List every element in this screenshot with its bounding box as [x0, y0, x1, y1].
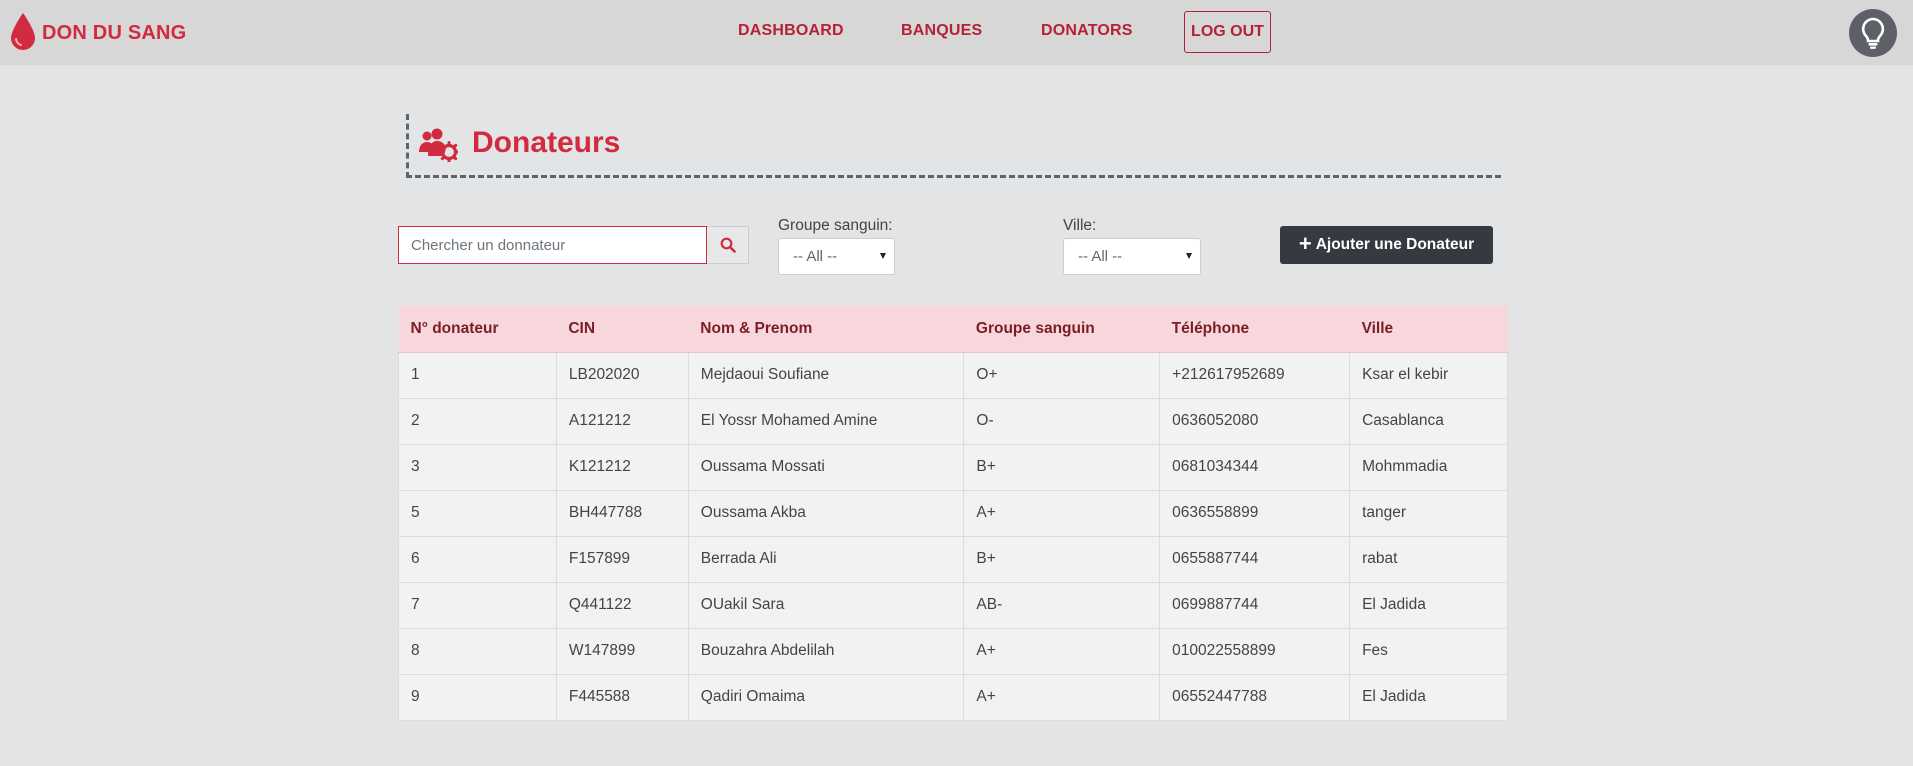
table-cell: Qadiri Omaima	[688, 673, 965, 721]
table-cell: Ksar el kebir	[1349, 351, 1508, 398]
table-cell: LB202020	[556, 351, 689, 398]
city-label: Ville:	[1063, 217, 1097, 234]
table-cell: B+	[963, 443, 1161, 490]
table-row[interactable]: 9 F445588 Qadiri Omaima A+ 06552447788 El Jad…	[398, 673, 1508, 721]
table-cell: rabat	[1349, 535, 1508, 582]
page-title: Donateurs	[472, 126, 621, 159]
logout-button[interactable]: LOG OUT	[1184, 11, 1271, 53]
table-cell: 0636558899	[1159, 489, 1351, 536]
table-cell: A121212	[556, 397, 689, 444]
table-cell: AB-	[963, 581, 1161, 628]
add-donor-button[interactable]: + Ajouter une Donateur	[1280, 226, 1493, 264]
table-cell: Berrada Ali	[688, 535, 965, 582]
table-cell: Oussama Akba	[688, 489, 965, 536]
help-button[interactable]	[1849, 9, 1897, 57]
table-row[interactable]: 6 F157899 Berrada Ali B+ 0655887744 rabat	[398, 535, 1508, 582]
blood-group-label: Groupe sanguin:	[778, 217, 893, 234]
table-row[interactable]: 2 A121212 El Yossr Mohamed Amine O- 06360520…	[398, 397, 1508, 444]
table-cell: Q441122	[556, 581, 689, 628]
table-cell: 0636052080	[1159, 397, 1351, 444]
table-cell: Casablanca	[1349, 397, 1508, 444]
table-cell: 6	[398, 535, 557, 582]
table-cell: A+	[963, 627, 1161, 674]
table-cell: Mohmmadia	[1349, 443, 1508, 490]
table-cell: OUakil Sara	[688, 581, 965, 628]
chevron-down-icon	[1186, 253, 1192, 259]
nav-link-dashboard[interactable]: DASHBOARD	[738, 22, 844, 40]
table-cell: O-	[963, 397, 1161, 444]
table-cell: 7	[398, 581, 557, 628]
nav-link-banques[interactable]: BANQUES	[901, 22, 982, 40]
table-cell: Mejdaoui Soufiane	[688, 351, 965, 398]
table-cell: El Jadida	[1349, 581, 1508, 628]
table-cell: 3	[398, 443, 557, 490]
table-cell: El Jadida	[1349, 673, 1508, 721]
table-cell: Oussama Mossati	[688, 443, 965, 490]
blood-drop-icon	[11, 13, 35, 50]
table-row[interactable]: 5 BH447788 Oussama Akba A+ 0636558899 tanger	[398, 489, 1508, 536]
blood-group-selected: -- All --	[793, 248, 838, 265]
table-cell: 9	[398, 673, 557, 721]
table-cell: F157899	[556, 535, 689, 582]
nav-link-donators[interactable]: DONATORS	[1041, 22, 1133, 40]
table-row[interactable]: 1 LB202020 Mejdaoui Soufiane O+ +21261795268…	[398, 351, 1508, 398]
table-cell: 0681034344	[1159, 443, 1351, 490]
navbar: DON DU SANG DASHBOARD BANQUES DONATORS L…	[0, 0, 1913, 65]
column-header: Ville	[1349, 306, 1508, 353]
table-cell: A+	[963, 673, 1161, 721]
column-header: CIN	[556, 306, 689, 353]
table-cell: 5	[398, 489, 557, 536]
brand-name: DON DU SANG	[42, 21, 187, 44]
table-body: 1 LB202020 Mejdaoui Soufiane O+ +21261795268…	[398, 351, 1508, 721]
donors-table: N° donateur CIN Nom & Prenom Groupe sang…	[398, 306, 1508, 721]
table-cell: 0655887744	[1159, 535, 1351, 582]
add-donor-label: Ajouter une Donateur	[1315, 236, 1475, 253]
search-icon	[720, 237, 736, 253]
brand-link[interactable]: DON DU SANG	[8, 12, 186, 52]
table-row[interactable]: 7 Q441122 OUakil Sara AB- 0699887744 El Jadid…	[398, 581, 1508, 628]
table-row[interactable]: 3 K121212 Oussama Mossati B+ 0681034344 Mohmm…	[398, 443, 1508, 490]
table-cell: 1	[398, 351, 557, 398]
table-cell: 8	[398, 627, 557, 674]
column-header: Téléphone	[1159, 306, 1350, 353]
page-header: Donateurs	[406, 114, 1501, 178]
table-cell: 0699887744	[1159, 581, 1351, 628]
table-cell: O+	[963, 351, 1161, 398]
search-button[interactable]	[707, 226, 749, 264]
table-row[interactable]: 8 W147899 Bouzahra Abdelilah A+ 010022558899…	[398, 627, 1508, 674]
table-cell: A+	[963, 489, 1161, 536]
chevron-down-icon	[880, 253, 886, 259]
table-cell: BH447788	[556, 489, 689, 536]
table-cell: Fes	[1349, 627, 1508, 674]
table-header-row: N° donateur CIN Nom & Prenom Groupe sang…	[398, 306, 1508, 353]
users-cog-icon	[419, 128, 458, 162]
table-cell: F445588	[556, 673, 689, 721]
table-cell: 2	[398, 397, 557, 444]
lightbulb-icon	[1861, 17, 1885, 49]
table-cell: El Yossr Mohamed Amine	[688, 397, 965, 444]
table-cell: Bouzahra Abdelilah	[688, 627, 965, 674]
column-header: Nom & Prenom	[688, 306, 964, 353]
table-cell: K121212	[556, 443, 689, 490]
city-selected: -- All --	[1078, 248, 1123, 265]
table-cell: 010022558899	[1159, 627, 1351, 674]
blood-group-select[interactable]: -- All --	[778, 238, 895, 275]
column-header: Groupe sanguin	[963, 306, 1160, 353]
search-input[interactable]	[398, 226, 707, 264]
column-header: N° donateur	[398, 306, 557, 353]
table-cell: W147899	[556, 627, 689, 674]
city-select[interactable]: -- All --	[1063, 238, 1201, 275]
table-cell: tanger	[1349, 489, 1508, 536]
table-cell: 06552447788	[1159, 673, 1351, 721]
table-cell: B+	[963, 535, 1161, 582]
plus-icon: +	[1298, 231, 1312, 256]
table-cell: +212617952689	[1159, 351, 1351, 398]
